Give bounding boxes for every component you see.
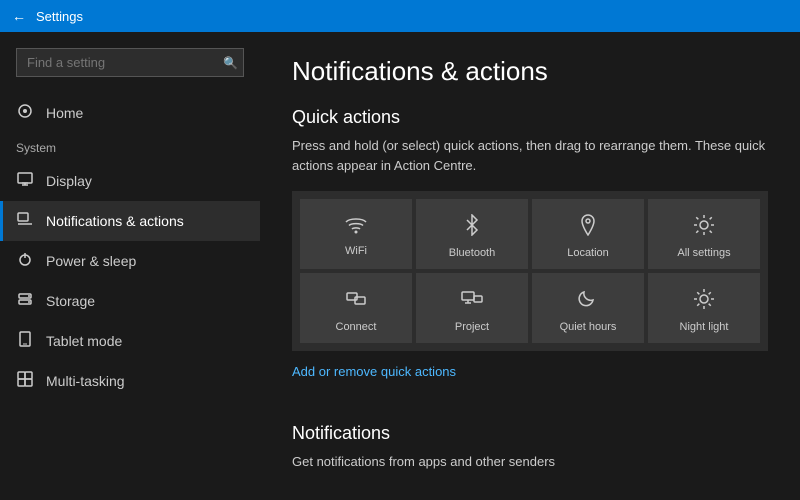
- main-layout: 🔍 Home System D: [0, 32, 800, 500]
- notifications-icon: [16, 211, 34, 231]
- annotation-arrow: [260, 228, 270, 283]
- page-title: Notifications & actions: [292, 56, 768, 87]
- quick-actions-grid: WiFi Bluetooth Locati: [292, 191, 768, 351]
- nightlight-icon: [693, 288, 715, 315]
- bluetooth-label: Bluetooth: [449, 247, 495, 259]
- search-input[interactable]: [16, 48, 244, 77]
- search-icon-button[interactable]: 🔍: [223, 56, 238, 70]
- power-icon: [16, 251, 34, 271]
- sidebar-item-power[interactable]: Power & sleep: [0, 241, 260, 281]
- location-icon: [579, 214, 597, 241]
- sidebar-section-label: System: [0, 133, 260, 161]
- notifications-title: Notifications: [292, 423, 768, 444]
- sidebar: 🔍 Home System D: [0, 32, 260, 500]
- sidebar-item-multitasking-label: Multi-tasking: [46, 373, 125, 389]
- bluetooth-icon: [463, 214, 481, 241]
- sidebar-item-tablet-label: Tablet mode: [46, 333, 122, 349]
- quick-action-bluetooth[interactable]: Bluetooth: [416, 199, 528, 269]
- multitasking-icon: [16, 371, 34, 391]
- sidebar-item-storage-label: Storage: [46, 293, 95, 309]
- add-remove-link[interactable]: Add or remove quick actions: [292, 364, 456, 379]
- tablet-icon: [16, 331, 34, 351]
- sidebar-item-storage[interactable]: Storage: [0, 281, 260, 321]
- quick-action-location[interactable]: Location: [532, 199, 644, 269]
- quick-action-quiethours[interactable]: Quiet hours: [532, 273, 644, 343]
- search-box: 🔍: [16, 48, 244, 77]
- allsettings-label: All settings: [677, 247, 730, 259]
- back-button[interactable]: ←: [12, 8, 26, 24]
- connect-label: Connect: [336, 321, 377, 333]
- sidebar-item-notifications-label: Notifications & actions: [46, 213, 184, 229]
- content-area: Notifications & actions Quick actions Pr…: [260, 32, 800, 500]
- display-icon: [16, 171, 34, 191]
- quiethours-icon: [578, 288, 598, 315]
- quick-action-wifi[interactable]: WiFi: [300, 199, 412, 269]
- connect-icon: [345, 288, 367, 315]
- sidebar-item-display[interactable]: Display: [0, 161, 260, 201]
- storage-icon: [16, 291, 34, 311]
- title-bar: ← Settings: [0, 0, 800, 32]
- quick-actions-title: Quick actions: [292, 107, 768, 128]
- location-label: Location: [567, 247, 609, 259]
- project-label: Project: [455, 321, 489, 333]
- sidebar-item-home[interactable]: Home: [0, 93, 260, 133]
- notifications-description: Get notifications from apps and other se…: [292, 452, 768, 472]
- sidebar-item-home-label: Home: [46, 105, 83, 121]
- sidebar-item-tablet[interactable]: Tablet mode: [0, 321, 260, 361]
- sidebar-item-multitasking[interactable]: Multi-tasking: [0, 361, 260, 401]
- quick-action-nightlight[interactable]: Night light: [648, 273, 760, 343]
- quick-actions-description: Press and hold (or select) quick actions…: [292, 136, 768, 175]
- title-bar-title: Settings: [36, 9, 83, 24]
- sidebar-item-notifications[interactable]: Notifications & actions: [0, 201, 260, 241]
- quick-action-project[interactable]: Project: [416, 273, 528, 343]
- sidebar-item-display-label: Display: [46, 173, 92, 189]
- quick-action-connect[interactable]: Connect: [300, 273, 412, 343]
- sidebar-item-power-label: Power & sleep: [46, 253, 136, 269]
- home-icon: [16, 103, 34, 123]
- quick-action-allsettings[interactable]: All settings: [648, 199, 760, 269]
- wifi-label: WiFi: [345, 245, 367, 257]
- nightlight-label: Night light: [680, 321, 729, 333]
- wifi-icon: [345, 216, 367, 239]
- notifications-section: Notifications Get notifications from app…: [292, 423, 768, 472]
- project-icon: [461, 288, 483, 315]
- quiethours-label: Quiet hours: [560, 321, 617, 333]
- allsettings-icon: [693, 214, 715, 241]
